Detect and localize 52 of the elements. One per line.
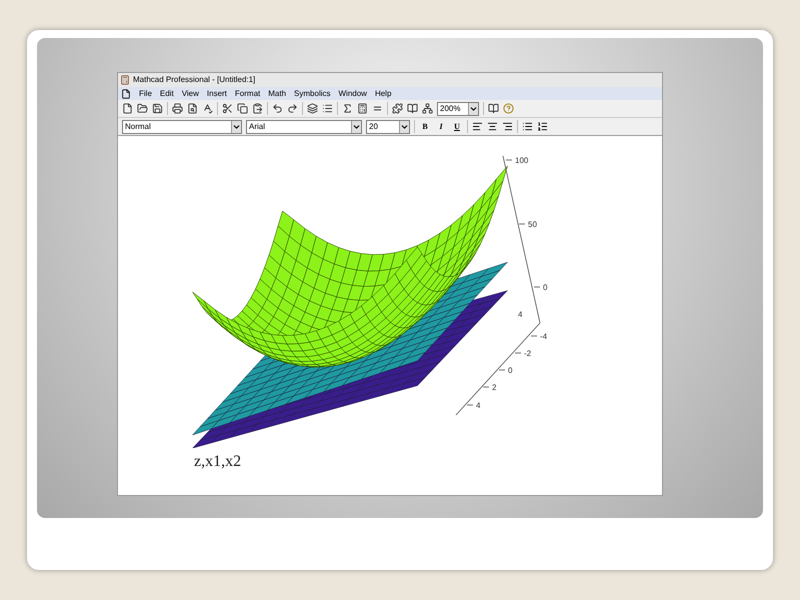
print-preview-icon[interactable] (187, 103, 198, 114)
plot-label: z,x1,x2 (194, 453, 242, 470)
spell-check-icon[interactable] (202, 103, 213, 114)
folder-icon[interactable] (137, 103, 148, 114)
axis-tick-label: -2 (524, 349, 532, 358)
help-icon[interactable] (503, 103, 514, 114)
align-left-icon[interactable] (472, 121, 483, 132)
align-center-icon[interactable] (487, 121, 498, 132)
menu-item[interactable]: View (182, 90, 199, 98)
menu-item[interactable]: Math (268, 90, 286, 98)
axis-tick-label: 100 (515, 156, 528, 165)
underline-button[interactable]: U (451, 120, 463, 132)
caret-icon (468, 102, 478, 114)
font-dropdown[interactable]: Arial (246, 120, 362, 134)
menu-item[interactable]: Help (374, 90, 392, 98)
redo-icon[interactable] (287, 103, 298, 114)
axis-tick-label: 2 (492, 383, 496, 392)
book-icon[interactable] (407, 103, 418, 114)
axis-tick-label: -4 (540, 332, 548, 341)
axis-tick-label: 0 (508, 366, 512, 375)
axis-tick-label: 4 (518, 310, 522, 319)
save-icon[interactable] (152, 103, 163, 114)
bullet-list-icon[interactable] (522, 121, 533, 132)
numbered-list-icon[interactable] (537, 121, 548, 132)
italic-button[interactable]: I (435, 120, 447, 132)
sigma-icon[interactable] (342, 103, 353, 114)
align-right-icon[interactable] (502, 121, 513, 132)
caret-icon (231, 120, 241, 132)
axis-tick-label: 50 (528, 220, 537, 229)
axis-tick-label: 4 (476, 401, 480, 410)
menu-item[interactable]: Edit (160, 90, 174, 98)
menu-item[interactable]: Window (338, 90, 367, 98)
new-document-icon[interactable] (122, 103, 133, 114)
document-menu-icon[interactable] (121, 88, 131, 98)
zoom-dropdown[interactable]: 200% (437, 102, 479, 116)
cut-icon[interactable] (222, 103, 233, 114)
paste-icon[interactable] (252, 103, 263, 114)
window-title: Mathcad Professional - [Untitled:1] (133, 76, 256, 84)
network-icon[interactable] (422, 103, 433, 114)
menu-item[interactable]: Insert (206, 90, 227, 98)
bold-button[interactable]: B (419, 120, 431, 132)
caret-icon (351, 120, 361, 132)
printer-icon[interactable] (172, 103, 183, 114)
caret-icon (399, 120, 409, 132)
axis-tick-label: 0 (543, 283, 548, 292)
menu-item[interactable]: File (139, 90, 152, 98)
copy-icon[interactable] (237, 103, 248, 114)
style-dropdown[interactable]: Normal (122, 120, 242, 134)
menu-item[interactable]: Format (234, 90, 260, 98)
font-size-dropdown[interactable]: 20 (366, 120, 410, 134)
menu-item[interactable]: Symbolics (294, 90, 330, 98)
undo-icon[interactable] (272, 103, 283, 114)
